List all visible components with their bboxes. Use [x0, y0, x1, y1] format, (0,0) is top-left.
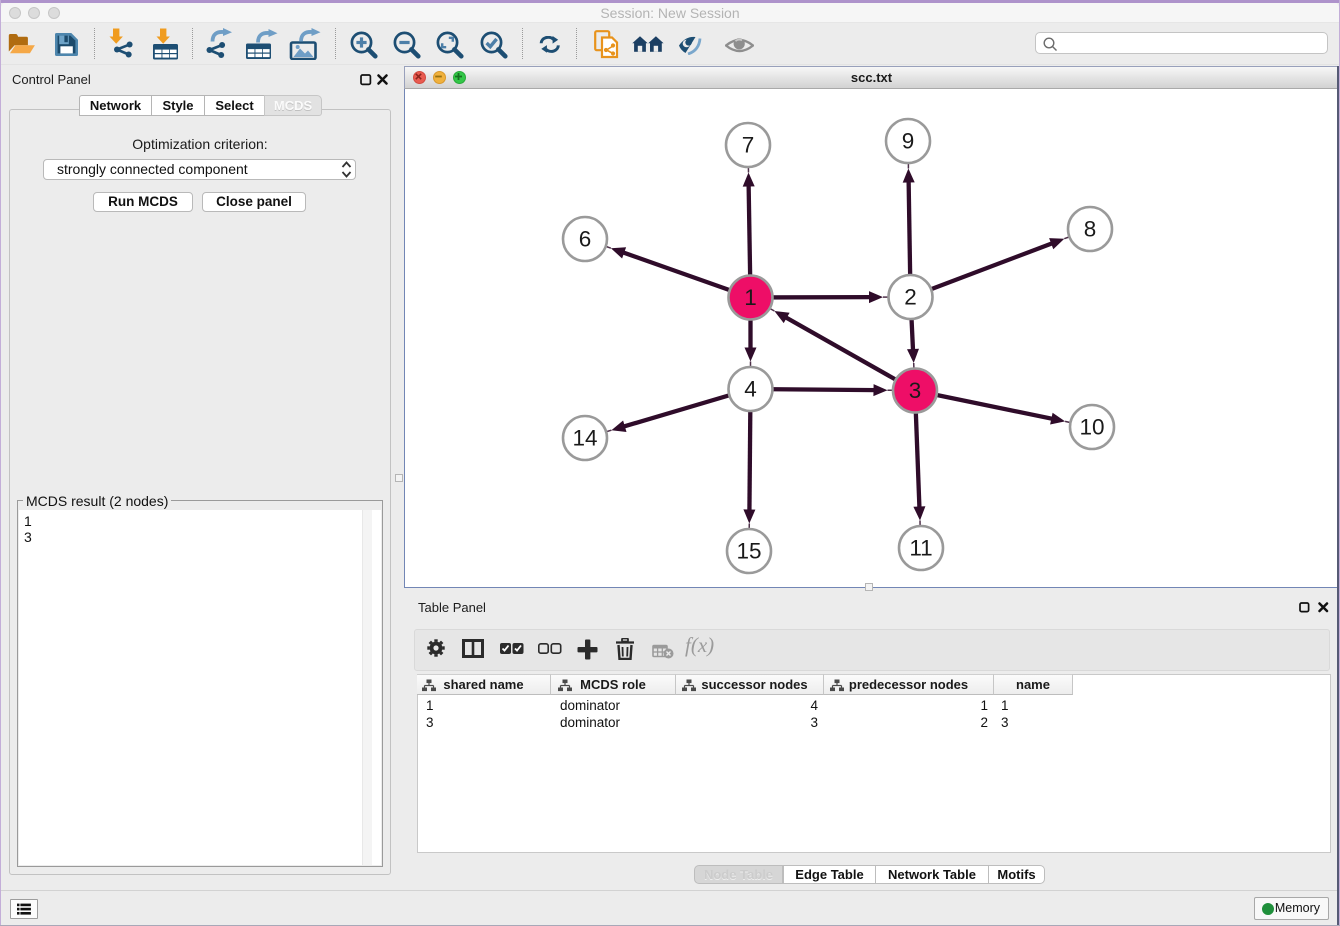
- svg-text:6: 6: [579, 227, 592, 252]
- svg-text:2: 2: [904, 285, 917, 310]
- svg-text:1: 1: [744, 285, 757, 310]
- svg-text:10: 10: [1079, 415, 1104, 440]
- svg-text:7: 7: [742, 133, 755, 158]
- svg-text:3: 3: [909, 378, 922, 403]
- svg-text:14: 14: [572, 426, 597, 451]
- svg-text:8: 8: [1084, 217, 1097, 242]
- svg-text:9: 9: [902, 129, 915, 154]
- svg-text:15: 15: [736, 539, 761, 564]
- svg-text:11: 11: [909, 536, 932, 561]
- svg-text:4: 4: [744, 377, 757, 402]
